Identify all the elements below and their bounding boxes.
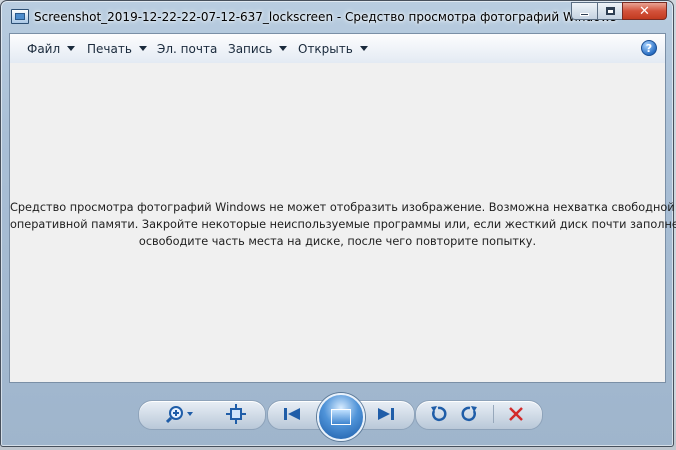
window-title: Screenshot_2019-12-22-22-07-12-637_locks…	[34, 10, 617, 24]
error-message-line: освободите часть места на диске, после ч…	[138, 235, 537, 248]
menu-bar: Файл Печать Эл. почта Запись Открыть ?	[10, 34, 665, 64]
rotate-right-button[interactable]	[459, 403, 481, 425]
minimize-button[interactable]	[571, 2, 597, 20]
zoom-icon	[166, 406, 193, 424]
menu-burn-label: Запись	[228, 42, 273, 56]
menu-burn[interactable]: Запись	[228, 42, 288, 56]
menu-file-label: Файл	[27, 42, 61, 56]
menu-open-label: Открыть	[298, 42, 353, 56]
client-area: Файл Печать Эл. почта Запись Открыть ? С…	[9, 33, 676, 383]
next-icon	[378, 408, 394, 420]
image-viewer-area: Средство просмотра фотографий Windows не…	[10, 63, 676, 382]
chevron-down-icon	[67, 46, 76, 51]
zoom-button[interactable]	[165, 403, 197, 425]
error-message-line: Средство просмотра фотографий Windows не…	[10, 201, 675, 214]
photo-viewer-app-icon[interactable]	[11, 9, 29, 24]
error-message: Средство просмотра фотографий Windows не…	[10, 199, 676, 250]
fit-to-window-icon	[226, 404, 246, 424]
chevron-down-icon	[359, 46, 368, 51]
menu-print-label: Печать	[87, 42, 132, 56]
caption-buttons: ✕	[571, 2, 667, 22]
menu-email[interactable]: Эл. почта	[157, 42, 217, 56]
actual-size-button[interactable]	[225, 403, 247, 425]
photo-viewer-window: Screenshot_2019-12-22-22-07-12-637_locks…	[0, 0, 676, 447]
menu-open[interactable]: Открыть	[298, 42, 368, 56]
menu-print[interactable]: Печать	[87, 42, 147, 56]
delete-button[interactable]	[505, 403, 527, 425]
title-bar[interactable]: Screenshot_2019-12-22-22-07-12-637_locks…	[1, 1, 673, 33]
maximize-icon	[605, 7, 615, 15]
menu-file[interactable]: Файл	[27, 42, 76, 56]
delete-icon	[509, 407, 523, 421]
slideshow-button[interactable]	[317, 393, 365, 441]
separator	[493, 405, 494, 423]
rotate-left-button[interactable]	[427, 403, 449, 425]
help-icon[interactable]: ?	[641, 40, 657, 56]
maximize-button[interactable]	[597, 2, 622, 20]
close-icon: ✕	[639, 3, 650, 19]
previous-icon	[284, 408, 300, 420]
rotate-right-icon	[461, 406, 477, 422]
menu-email-label: Эл. почта	[157, 42, 218, 56]
chevron-down-icon	[279, 46, 288, 51]
control-bar	[1, 383, 673, 445]
error-message-line: оперативной памяти. Закройте некоторые н…	[10, 218, 676, 231]
previous-button[interactable]	[281, 403, 303, 425]
chevron-down-icon	[138, 46, 147, 51]
slideshow-icon	[331, 409, 351, 425]
minimize-icon	[580, 12, 589, 16]
next-button[interactable]	[375, 403, 397, 425]
close-button[interactable]: ✕	[622, 2, 667, 20]
rotate-left-icon	[431, 406, 447, 422]
